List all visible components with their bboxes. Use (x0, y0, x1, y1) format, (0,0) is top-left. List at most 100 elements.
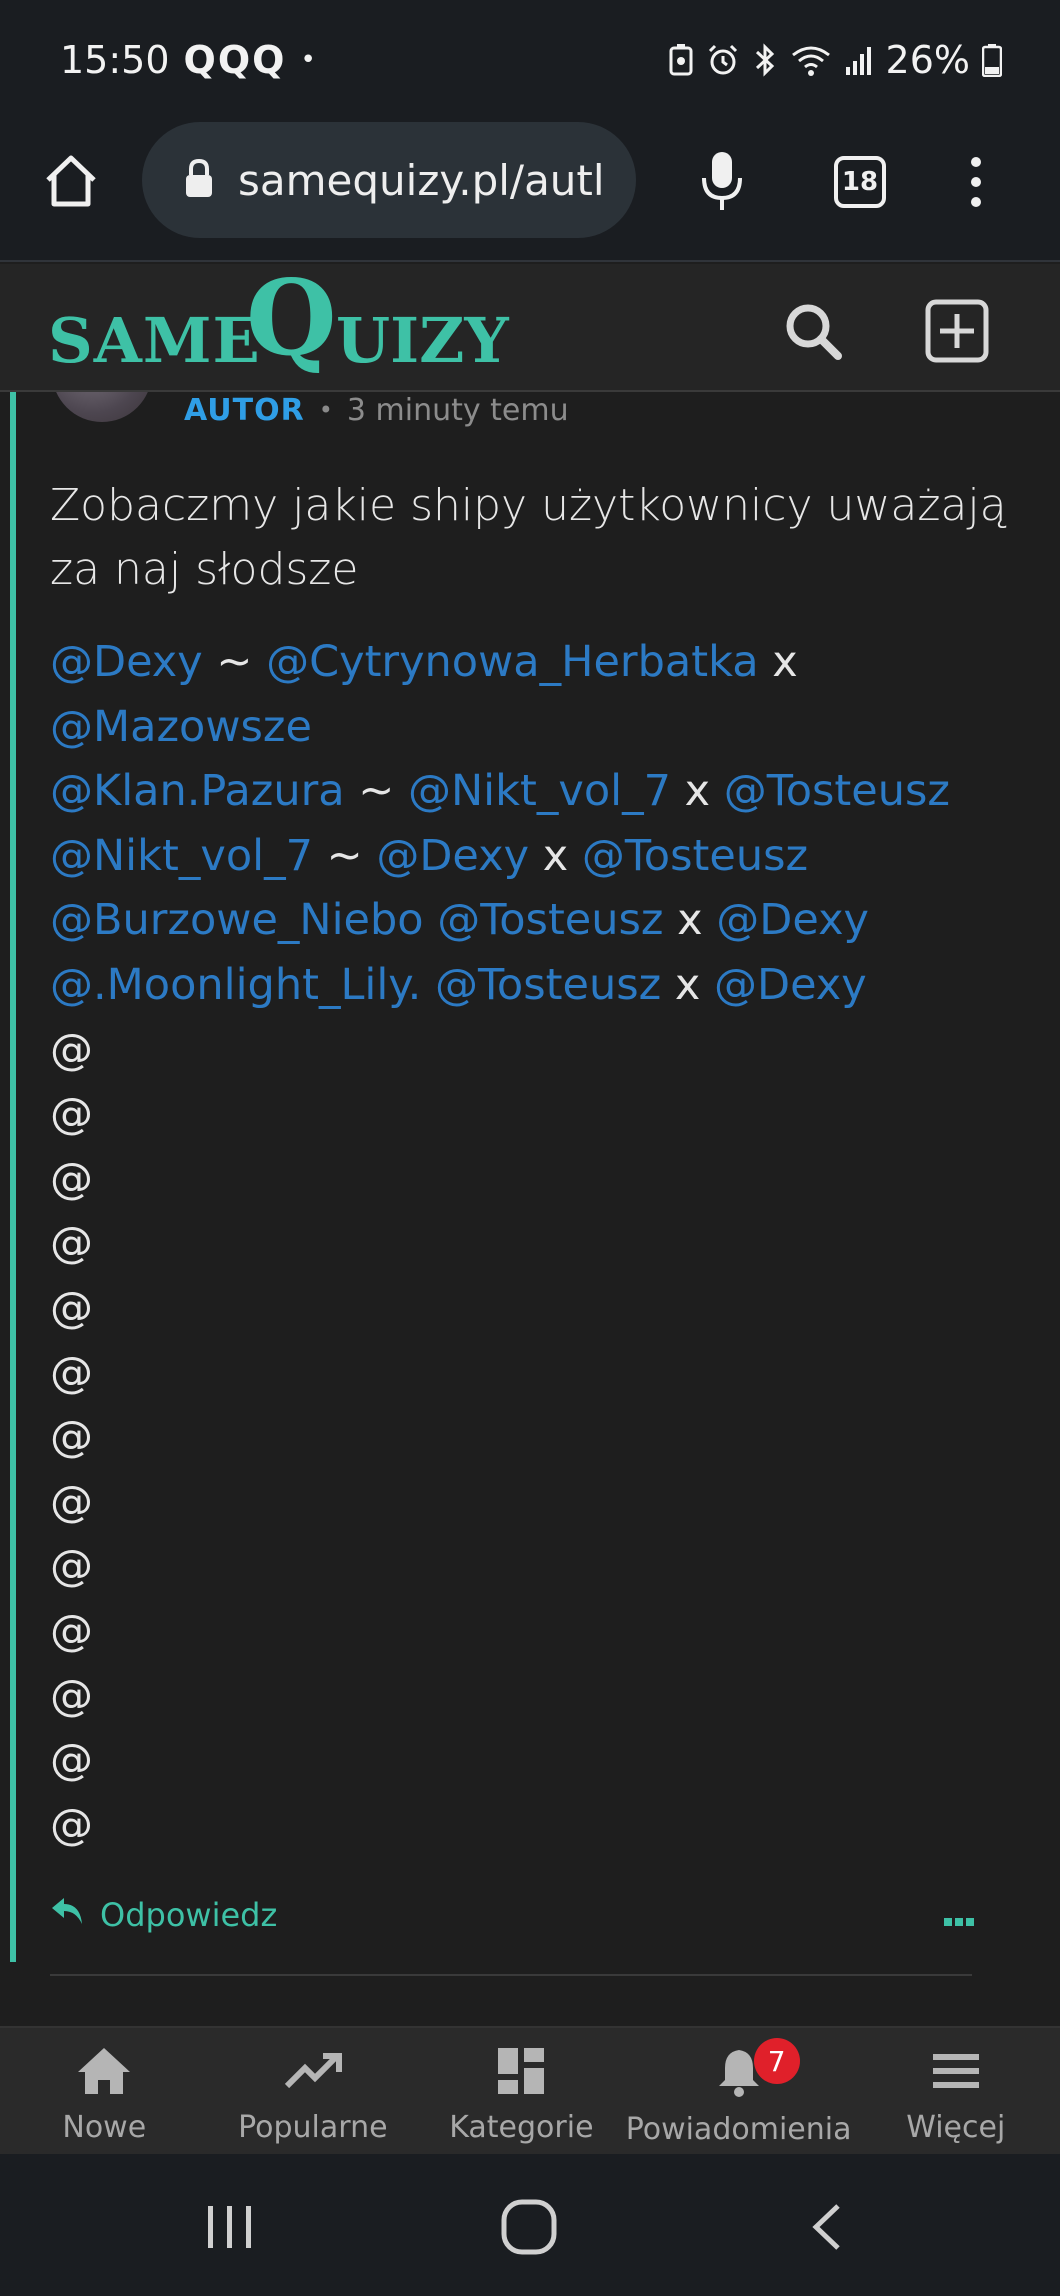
wifi-icon (790, 43, 832, 77)
user-mention-link[interactable]: @Cytrynowa_Herbatka (266, 637, 759, 687)
recent-apps-icon[interactable] (206, 2204, 254, 2254)
back-icon[interactable] (808, 2202, 844, 2256)
mention-line: @Nikt_vol_7 ~ @Dexy x @Tosteusz (50, 824, 1030, 889)
mention-line: @ (50, 1018, 1030, 1083)
nav-label: Popularne (238, 2110, 388, 2145)
user-mention-link[interactable]: @Mazowsze (50, 702, 312, 752)
mention-text: ~ (312, 830, 377, 881)
mention-text: @ (50, 1282, 93, 1333)
mention-text: @ (50, 1735, 93, 1786)
microphone-icon[interactable] (696, 148, 748, 218)
home-icon (76, 2046, 132, 2104)
tabs-count-button[interactable]: 18 (834, 156, 886, 208)
status-dot: • (300, 45, 316, 75)
mention-text: @ (50, 1412, 93, 1463)
comment-thread: AUTOR • 3 minuty temu Zobaczmy jakie shi… (0, 392, 1060, 2026)
mention-line: @Burzowe_Niebo @Tosteusz x @Dexy (50, 888, 1030, 953)
reply-icon (50, 1896, 84, 1934)
mention-line: @ (50, 1599, 1030, 1664)
mention-text: ~ (202, 637, 267, 687)
mention-text: @ (50, 1605, 93, 1656)
mention-line: @ (50, 1341, 1030, 1406)
mention-line: @.Moonlight_Lily. @Tosteusz x @Dexy (50, 953, 1030, 1018)
user-mention-link[interactable]: @Dexy (376, 831, 529, 881)
mention-line: @ (50, 1082, 1030, 1147)
user-mention-link[interactable]: @Klan.Pazura (50, 766, 345, 816)
mention-text: x (661, 959, 714, 1010)
mention-text: @ (50, 1347, 93, 1398)
mention-text: @ (50, 1541, 93, 1592)
comment-text: Zobaczmy jakie shipy użytkownicy uważają… (50, 480, 1007, 595)
comment-time: 3 minuty temu (346, 392, 569, 428)
add-quiz-icon[interactable] (924, 298, 990, 368)
status-time: 15:50 (60, 38, 170, 82)
user-mention-link[interactable]: @Dexy (714, 960, 867, 1010)
address-bar[interactable]: samequizy.pl/autl (142, 122, 636, 238)
comment-divider (50, 1974, 972, 1976)
trending-icon (283, 2046, 343, 2104)
browser-home-icon[interactable] (40, 150, 102, 212)
alarm-icon (706, 43, 740, 77)
logo-same: SAME (48, 304, 261, 377)
search-icon[interactable] (782, 300, 844, 366)
mention-line: @ (50, 1147, 1030, 1212)
browser-toolbar: samequizy.pl/autl 18 (0, 120, 1060, 262)
user-mention-link[interactable]: @Tosteusz (435, 960, 661, 1010)
overflow-menu-icon[interactable] (966, 156, 986, 212)
nav-item-nowe[interactable]: Nowe (0, 2028, 209, 2154)
author-badge: AUTOR (184, 392, 305, 428)
user-mention-link[interactable]: @Burzowe_Niebo (50, 895, 424, 945)
meta-separator: • (318, 396, 333, 424)
user-mention-link[interactable]: @Tosteusz (437, 895, 663, 945)
nav-label: Powiadomienia (625, 2112, 852, 2147)
user-mention-link[interactable]: @Nikt_vol_7 (408, 766, 671, 816)
mention-line: @Dexy ~ @Cytrynowa_Herbatka x (50, 630, 1030, 695)
mention-text: ~ (344, 766, 408, 817)
more-options-icon[interactable] (944, 1912, 974, 1931)
signal-icon (844, 43, 874, 77)
nav-label: Nowe (62, 2110, 147, 2145)
hamburger-icon (931, 2046, 981, 2104)
user-mention-link[interactable]: @Nikt_vol_7 (50, 831, 313, 881)
nav-item-wiecej[interactable]: Więcej (851, 2028, 1060, 2154)
reply-button[interactable]: Odpowiedz (50, 1896, 277, 1934)
comment-meta: AUTOR • 3 minuty temu (184, 392, 569, 428)
grid-icon (496, 2046, 546, 2104)
mention-line: @ (50, 1664, 1030, 1729)
status-bar: 15:50 QQQ • 26% (0, 0, 1060, 120)
lock-icon (182, 157, 216, 203)
user-mention-link[interactable]: @Tosteusz (724, 766, 950, 816)
mention-text (421, 960, 435, 1010)
mention-text: @ (50, 1476, 93, 1527)
user-mention-link[interactable]: @Tosteusz (582, 831, 808, 881)
nav-item-powiadomienia[interactable]: 7 Powiadomienia (625, 2028, 852, 2154)
mention-line: @ (50, 1470, 1030, 1535)
mention-text: x (663, 895, 717, 946)
mention-line: @ (50, 1728, 1030, 1793)
lock-battery-icon (668, 43, 694, 77)
bluetooth-icon (752, 43, 778, 77)
mention-text: x (529, 830, 582, 881)
site-header: SAME Q UIZY (0, 264, 1060, 392)
user-mention-link[interactable]: @.Moonlight_Lily. (50, 960, 421, 1010)
mention-line: @Klan.Pazura ~ @Nikt_vol_7 x @Tosteusz (50, 759, 1030, 824)
battery-percent: 26% (885, 38, 970, 82)
mention-line: @Mazowsze (50, 695, 1030, 760)
url-text[interactable]: samequizy.pl/autl (238, 156, 605, 205)
avatar[interactable] (52, 392, 152, 422)
mention-text: x (758, 637, 798, 687)
mention-text: @ (50, 1670, 93, 1721)
system-home-icon[interactable] (500, 2198, 558, 2260)
nav-item-kategorie[interactable]: Kategorie (417, 2028, 626, 2154)
reply-label: Odpowiedz (100, 1896, 278, 1934)
user-mention-link[interactable]: @Dexy (716, 895, 869, 945)
mention-text: @ (50, 1089, 93, 1140)
mention-text (424, 895, 438, 945)
comment-accent-bar (10, 392, 16, 1962)
bottom-navigation: Nowe Popularne Kategorie 7 Powiadomienia… (0, 2026, 1060, 2154)
logo-q: Q (246, 256, 337, 379)
mention-line: @ (50, 1211, 1030, 1276)
user-mention-link[interactable]: @Dexy (50, 637, 203, 687)
notification-icons: QQQ (183, 38, 287, 82)
nav-item-popularne[interactable]: Popularne (209, 2028, 418, 2154)
